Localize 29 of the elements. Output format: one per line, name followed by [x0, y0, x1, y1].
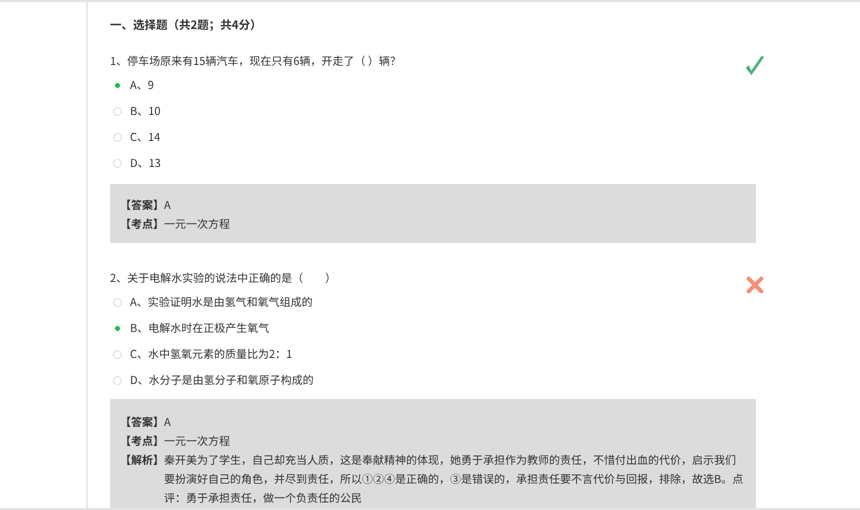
radio-button[interactable]: [113, 298, 122, 306]
option-label: D、13: [130, 155, 161, 171]
field-value: 一元一次方程: [164, 215, 231, 234]
radio-button[interactable]: [113, 106, 122, 116]
radio-button[interactable]: [113, 376, 122, 384]
option-label: C、水中氢氧元素的质量比为2：1: [130, 346, 292, 362]
field-value: A: [164, 413, 172, 432]
field-label: 【答案】: [120, 413, 164, 432]
question-text: 2、关于电解水实验的说法中正确的是（ ）: [110, 270, 336, 286]
radio-button[interactable]: [113, 350, 122, 358]
option-label: B、10: [130, 103, 160, 119]
option-label: C、14: [130, 129, 160, 145]
option-label: B、电解水时在正极产生氧气: [130, 320, 270, 336]
radio-button[interactable]: [113, 132, 122, 142]
option-label: D、水分子是由氢分子和氧原子构成的: [130, 372, 314, 388]
field-value: 一元一次方程: [164, 432, 231, 451]
option-label: A、9: [130, 77, 154, 93]
field-value: 秦开美为了学生，自己却充当人质，这是奉献精神的体现，她勇于承担作为教师的责任，不惜付出血的代价，启示我们要扮演好自己的角色，并尽到责任，所以①②④是正确的，③是错误的，承担责任要不言代价与回报，排除，故选B。点评：勇于承担责任，做一个负责任的公民: [164, 451, 744, 508]
section-title: 一、选择题（共2题；共4分）: [110, 16, 263, 34]
field-value: A: [164, 196, 172, 215]
field-label: 【答案】: [120, 196, 164, 215]
option-label: A、实验证明水是由氢气和氧气组成的: [130, 294, 313, 310]
field-label: 【解析】: [120, 451, 164, 470]
radio-button[interactable]: [113, 158, 122, 168]
radio-button[interactable]: [113, 80, 122, 90]
radio-button[interactable]: [113, 324, 122, 332]
field-label: 【考点】: [120, 432, 164, 451]
question-text: 1、停车场原来有15辆汽车，现在只有6辆，开走了（ ）辆？: [110, 53, 401, 69]
field-label: 【考点】: [120, 215, 164, 234]
